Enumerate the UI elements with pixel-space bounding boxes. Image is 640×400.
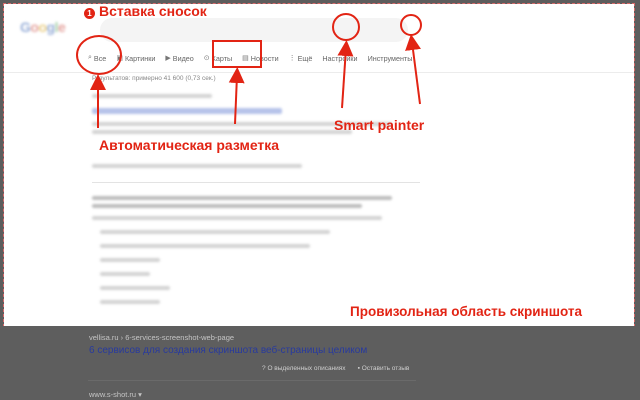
result-separator [92, 182, 420, 183]
google-logo: Google [20, 19, 66, 35]
tab-video[interactable]: ▶ Видео [165, 50, 193, 66]
next-result-url[interactable]: www.s-shot.ru ▾ [89, 390, 142, 399]
snippet-info-link[interactable]: ? О выделенных описаниях [262, 365, 346, 372]
smart-painter-label: Smart painter [334, 117, 425, 133]
featured-snippet-meta: ? О выделенных описаниях ▪ Оставить отзы… [262, 365, 409, 372]
highlight-circle-account-button[interactable] [400, 14, 422, 36]
feedback-link[interactable]: ▪ Оставить отзыв [358, 365, 410, 372]
highlight-circle-all-tab[interactable] [76, 35, 122, 75]
help-icon: ? [262, 365, 266, 372]
flag-icon: ▪ [357, 365, 360, 372]
map-pin-icon: ⊙ [203, 55, 210, 62]
footnote-badge[interactable]: 1 [84, 8, 95, 19]
highlight-rect-maps-tab[interactable] [212, 40, 262, 68]
video-icon: ▶ [165, 55, 171, 62]
bottom-divider [88, 380, 416, 381]
result-url[interactable]: vellisa.ru › 6-services-screenshot-web-p… [89, 333, 234, 342]
tab-tools[interactable]: Инструменты [368, 50, 413, 66]
results-count: Результатов: примерно 41 600 (0,73 сек.) [92, 75, 216, 82]
more-icon: ⋮ [288, 55, 296, 62]
result-title-link[interactable]: 6 сервисов для создания скриншота веб-ст… [89, 345, 367, 356]
highlight-circle-search-button[interactable] [332, 13, 360, 41]
tab-settings[interactable]: Настройки [322, 50, 357, 66]
auto-markup-label: Автоматическая разметка [99, 137, 280, 153]
insert-footnotes-label: Вставка сносок [99, 3, 207, 19]
tab-images[interactable]: ▣ Картинки [116, 50, 155, 66]
search-input[interactable] [100, 18, 408, 42]
tab-more[interactable]: ⋮ Ещё [289, 50, 313, 66]
arbitrary-area-label: Провизольная область скриншота [350, 304, 582, 319]
